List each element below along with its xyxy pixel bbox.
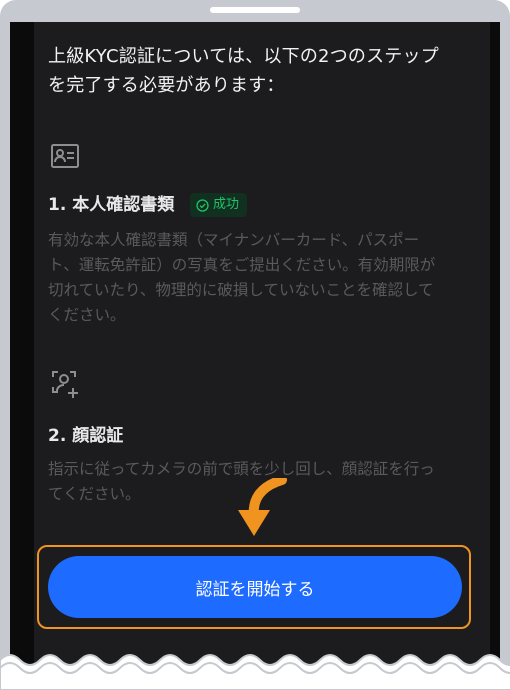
step-1-desc-line: ト、運転免許証）の写真をご提出ください。有効期限が xyxy=(48,256,436,274)
pointer-arrow-icon xyxy=(238,478,287,536)
face-scan-icon xyxy=(52,371,78,398)
torn-edge xyxy=(0,654,510,690)
intro-line-1: 上級KYC認証については、以下の2つのステップ xyxy=(48,46,439,67)
step-1-description: 有効な本人確認書類（マイナンバーカード、パスポー ト、運転免許証）の写真をご提出… xyxy=(48,228,458,328)
device-notch xyxy=(210,7,300,13)
step-1-desc-line: 切れていたり、物理的に破損していないことを確認して xyxy=(48,281,434,299)
step-1-title: 1. 本人確認書類 xyxy=(48,195,175,215)
status-badge: 成功 xyxy=(190,193,248,217)
step-1-desc-line: 有効な本人確認書類（マイナンバーカード、パスポー xyxy=(48,231,420,249)
step-1-desc-line: ください。 xyxy=(48,306,126,324)
id-card-icon xyxy=(51,144,79,168)
start-verification-button[interactable]: 認証を開始する xyxy=(48,556,462,618)
step-2-title: 2. 顔認証 xyxy=(48,426,124,446)
intro-text: 上級KYC認証については、以下の2つのステップ を完了する必要があります： xyxy=(48,42,468,100)
status-badge-label: 成功 xyxy=(213,197,240,212)
intro-line-2: を完了する必要があります： xyxy=(48,75,285,96)
start-verification-label: 認証を開始する xyxy=(195,579,315,599)
check-circle-icon xyxy=(196,198,209,212)
